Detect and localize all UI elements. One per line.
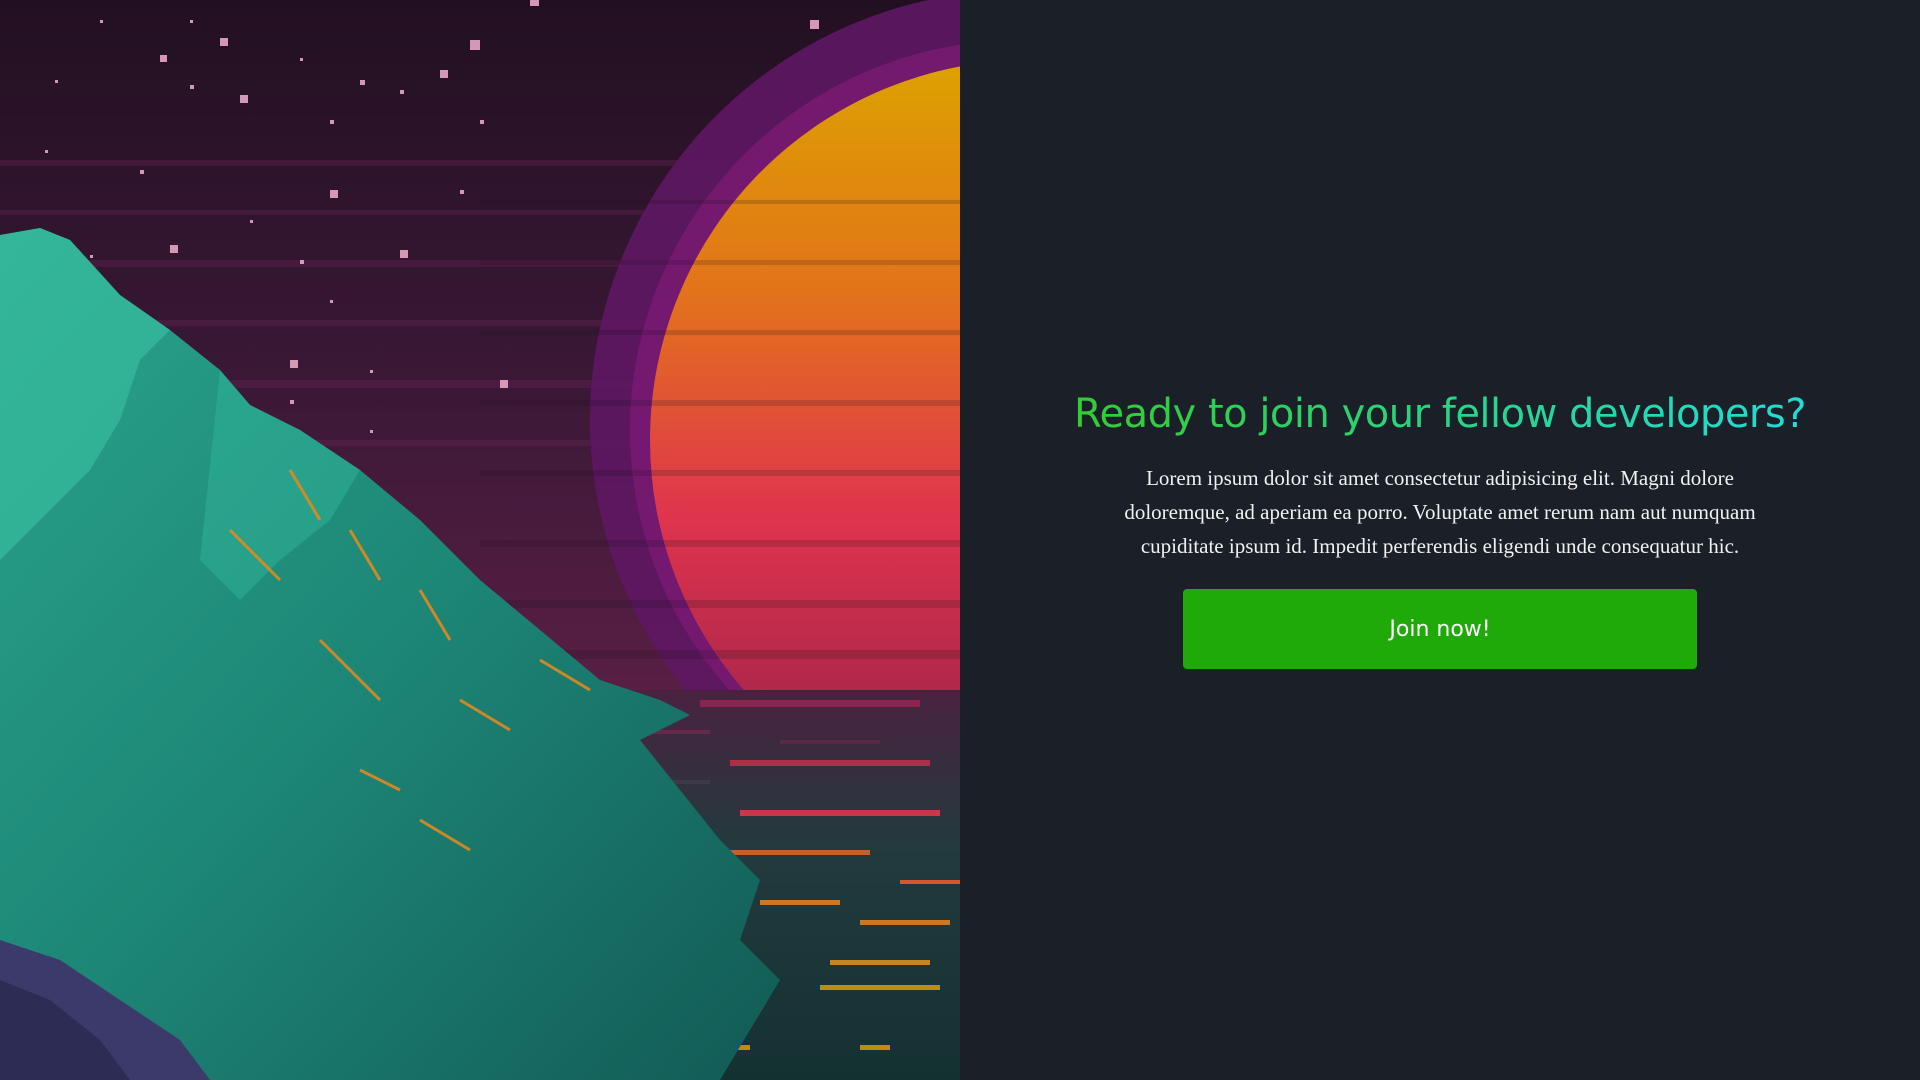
page: Ready to join your fellow developers? Lo…	[0, 0, 1920, 1080]
signup-cta-section: Ready to join your fellow developers? Lo…	[960, 0, 1920, 1080]
pixel-art-illustration	[0, 0, 960, 1080]
sunset-mountain-image	[0, 0, 960, 1080]
cta-description: Lorem ipsum dolor sit amet consectetur a…	[1124, 466, 1756, 558]
join-now-button[interactable]: Join now!	[1183, 589, 1697, 669]
cta-heading: Ready to join your fellow developers?	[1074, 391, 1806, 437]
